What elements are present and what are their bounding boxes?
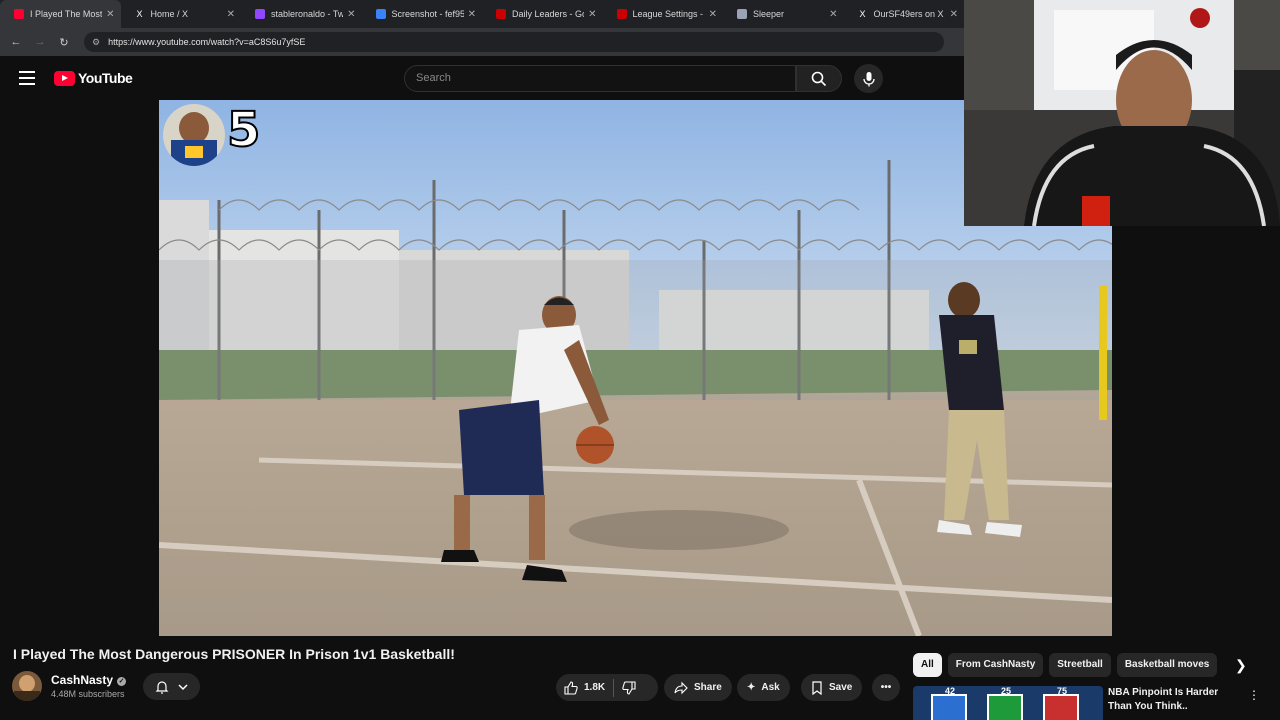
- like-dislike-group: 1.8K: [556, 674, 658, 701]
- youtube-logo[interactable]: YouTube: [54, 70, 133, 86]
- channel-name-text: CashNasty: [51, 673, 114, 687]
- verified-icon: ✓: [117, 677, 127, 686]
- save-button[interactable]: Save: [801, 674, 863, 701]
- close-icon[interactable]: ✕: [468, 9, 476, 20]
- chevron-down-icon: [178, 683, 188, 690]
- browser-tab[interactable]: X Home / X ✕: [121, 0, 242, 28]
- browser-tab[interactable]: League Settings - Goa ✕: [603, 0, 724, 28]
- browser-tab[interactable]: I Played The Most ✕: [0, 0, 121, 28]
- dislike-button[interactable]: [614, 674, 644, 701]
- more-actions-button[interactable]: •••: [872, 674, 900, 701]
- more-horizontal-icon: •••: [880, 682, 892, 693]
- chip-all[interactable]: All: [913, 653, 942, 677]
- back-icon[interactable]: ←: [4, 36, 28, 48]
- youtube-logo-text: YouTube: [78, 70, 133, 86]
- screenshot-icon: [375, 9, 386, 19]
- x-icon: X: [859, 9, 866, 19]
- browser-tab-bar: I Played The Most ✕ X Home / X ✕ stableronald…: [0, 0, 964, 28]
- chip-from-cashnasty[interactable]: From CashNasty: [947, 653, 1044, 677]
- youtube-icon: [14, 9, 24, 19]
- bookmark-icon: [812, 680, 822, 695]
- recommendation-title[interactable]: NBA Pinpoint Is Harder Than You Think..: [1108, 686, 1243, 714]
- recommendation-thumbnail[interactable]: 42 25 75: [913, 686, 1103, 720]
- tab-title: Sleeper: [753, 9, 785, 19]
- thumb-number-1: 42: [945, 686, 956, 696]
- share-label: Share: [694, 682, 722, 693]
- share-icon: [674, 681, 688, 694]
- channel-name[interactable]: CashNasty ✓: [51, 673, 127, 687]
- goat-icon: [616, 9, 627, 19]
- browser-tab[interactable]: Sleeper ✕: [723, 0, 844, 28]
- ask-label: Ask: [761, 682, 780, 693]
- site-settings-icon[interactable]: ⚙: [92, 37, 100, 48]
- close-icon[interactable]: ✕: [950, 9, 958, 20]
- reload-icon[interactable]: ↻: [52, 36, 76, 49]
- like-button[interactable]: 1.8K: [556, 674, 613, 701]
- thumbs-down-icon: [622, 680, 636, 695]
- search-icon: [811, 71, 827, 86]
- youtube-header: YouTube Search: [0, 56, 964, 100]
- close-icon[interactable]: ✕: [347, 9, 355, 20]
- close-icon[interactable]: ✕: [227, 9, 235, 20]
- url-text: https://www.youtube.com/watch?v=aC8S6u7y…: [108, 37, 306, 47]
- close-icon[interactable]: ✕: [829, 9, 837, 20]
- goat-icon: [496, 9, 506, 19]
- browser-tab[interactable]: Screenshot - fef951ec ✕: [362, 0, 483, 28]
- overlay-number: 5: [226, 101, 261, 159]
- like-count: 1.8K: [584, 682, 606, 693]
- x-icon: X: [136, 9, 143, 19]
- voice-search-button[interactable]: [854, 64, 883, 93]
- webcam-feed: [964, 0, 1280, 226]
- sleeper-icon: [737, 9, 747, 19]
- menu-icon[interactable]: [19, 71, 35, 89]
- sparkle-icon: ✦: [747, 682, 756, 693]
- channel-avatar[interactable]: [12, 671, 42, 701]
- bell-icon: [155, 680, 169, 694]
- video-title: I Played The Most Dangerous PRISONER In …: [13, 646, 455, 662]
- chip-streetball[interactable]: Streetball: [1049, 653, 1111, 677]
- browser-tab[interactable]: stableronaldo - Twitch✕: [241, 0, 362, 28]
- close-icon[interactable]: ✕: [709, 9, 717, 20]
- player-headshot-badge: [163, 104, 225, 166]
- chip-basketball-moves[interactable]: Basketball moves: [1116, 653, 1218, 677]
- browser-tab[interactable]: Daily Leaders - Goat ✕: [482, 0, 603, 28]
- share-button[interactable]: Share: [664, 674, 732, 701]
- tab-title: OurSF49ers on X: [873, 9, 944, 19]
- save-label: Save: [829, 682, 853, 693]
- youtube-play-icon: [54, 70, 75, 86]
- twitch-icon: [255, 9, 265, 19]
- thumbs-up-icon: [564, 680, 578, 695]
- tab-title: Daily Leaders - Goat: [512, 9, 584, 19]
- tab-title: League Settings - Goa: [632, 9, 705, 19]
- webcam-overlay: [964, 0, 1280, 226]
- browser-tab[interactable]: X OurSF49ers on X ✕: [844, 0, 965, 28]
- search-button[interactable]: [796, 65, 842, 92]
- recommendation-chips: All From CashNasty Streetball Basketball…: [913, 653, 1223, 677]
- microphone-icon: [862, 71, 875, 86]
- url-field[interactable]: ⚙ https://www.youtube.com/watch?v=aC8S6u…: [84, 32, 944, 52]
- close-icon[interactable]: ✕: [106, 9, 114, 20]
- more-vertical-icon[interactable]: ⋮: [1248, 688, 1260, 702]
- tab-title: Home / X: [150, 9, 189, 19]
- notification-button[interactable]: [143, 673, 200, 700]
- thumb-number-3: 75: [1057, 686, 1068, 696]
- forward-icon[interactable]: →: [28, 36, 52, 48]
- subscriber-count: 4.48M subscribers: [51, 689, 125, 699]
- thumb-number-2: 25: [1001, 686, 1012, 696]
- close-icon[interactable]: ✕: [588, 9, 596, 20]
- search-input[interactable]: Search: [404, 65, 796, 92]
- ask-button[interactable]: ✦ Ask: [737, 674, 790, 701]
- browser-address-bar: ← → ↻ ⚙ https://www.youtube.com/watch?v=…: [0, 28, 964, 56]
- chevron-right-icon[interactable]: ❯: [1235, 657, 1247, 674]
- tab-title: Screenshot - fef951ec: [391, 9, 464, 19]
- tab-title: I Played The Most: [30, 9, 103, 19]
- tab-title: stableronaldo - Twitch: [271, 9, 344, 19]
